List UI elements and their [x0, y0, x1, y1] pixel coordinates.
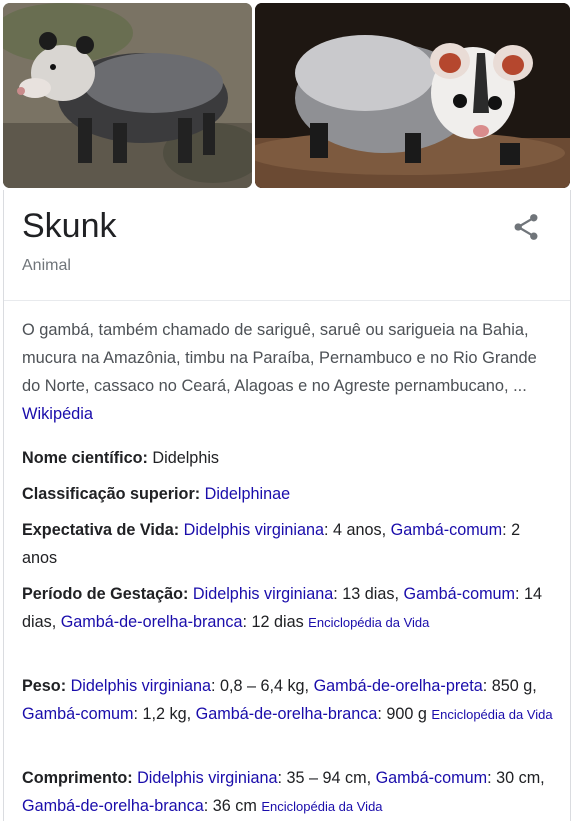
fact-link[interactable]: Gambá-de-orelha-branca: [61, 613, 243, 631]
fact-link[interactable]: Didelphis virginiana: [184, 521, 324, 539]
knowledge-panel: Skunk Animal O gambá, também chamado de …: [3, 190, 571, 821]
fact-weight: Peso: Didelphis virginiana: 0,8 – 6,4 kg…: [22, 672, 557, 729]
fact-label: Comprimento:: [22, 769, 133, 787]
panel-subtitle: Animal: [22, 257, 71, 274]
fact-life-expectancy: Expectativa de Vida: Didelphis virginian…: [22, 516, 557, 572]
source-link[interactable]: Enciclopédia da Vida: [261, 799, 382, 814]
fact-value: : 1,2 kg,: [133, 705, 196, 723]
fact-value: : 0,8 – 6,4 kg,: [210, 677, 314, 695]
fact-gestation: Período de Gestação: Didelphis virginian…: [22, 580, 557, 637]
fact-link[interactable]: Didelphis virginiana: [71, 677, 211, 695]
wikipedia-link[interactable]: Wikipédia: [22, 405, 93, 423]
fact-value: : 4 anos,: [324, 521, 391, 539]
fact-label: Classificação superior:: [22, 485, 201, 503]
fact-label: Expectativa de Vida:: [22, 521, 180, 539]
fact-value: : 30 cm,: [487, 769, 545, 787]
fact-label: Nome científico:: [22, 449, 148, 467]
fact-label: Peso:: [22, 677, 67, 695]
divider: [4, 300, 570, 301]
fact-link[interactable]: Gambá-de-orelha-branca: [196, 705, 378, 723]
fact-value: : 900 g: [377, 705, 432, 723]
fact-scientific-name: Nome científico: Didelphis: [22, 444, 557, 472]
fact-value: : 36 cm: [203, 797, 262, 815]
fact-length: Comprimento: Didelphis virginiana: 35 – …: [22, 764, 557, 821]
panel-title: Skunk: [22, 207, 117, 245]
source-link[interactable]: Enciclopédia da Vida: [308, 615, 429, 630]
opossum-photo-left[interactable]: [3, 3, 252, 188]
fact-value: Didelphis: [152, 449, 220, 467]
fact-link[interactable]: Gambá-comum: [404, 585, 516, 603]
source-link[interactable]: Enciclopédia da Vida: [431, 707, 552, 722]
description-text: O gambá, também chamado de sariguê, saru…: [22, 321, 537, 395]
fact-link[interactable]: Gambá-comum: [391, 521, 503, 539]
share-button[interactable]: [509, 210, 543, 244]
fact-value: : 12 dias: [242, 613, 309, 631]
panel-description: O gambá, também chamado de sariguê, saru…: [22, 316, 542, 428]
fact-link[interactable]: Gambá-comum: [376, 769, 488, 787]
fact-value: : 850 g,: [482, 677, 537, 695]
fact-link[interactable]: Didelphis virginiana: [137, 769, 277, 787]
image-strip: [0, 0, 575, 190]
fact-higher-classification: Classificação superior: Didelphinae: [22, 480, 557, 508]
share-icon: [514, 214, 538, 240]
fact-label: Período de Gestação:: [22, 585, 189, 603]
opossum-photo-right[interactable]: [255, 3, 570, 188]
fact-link[interactable]: Gambá-comum: [22, 705, 134, 723]
fact-link[interactable]: Gambá-de-orelha-preta: [314, 677, 483, 695]
fact-value: : 35 – 94 cm,: [277, 769, 376, 787]
fact-link[interactable]: Didelphis virginiana: [193, 585, 333, 603]
fact-link[interactable]: Gambá-de-orelha-branca: [22, 797, 204, 815]
fact-value: : 13 dias,: [333, 585, 404, 603]
fact-link[interactable]: Didelphinae: [205, 485, 291, 503]
